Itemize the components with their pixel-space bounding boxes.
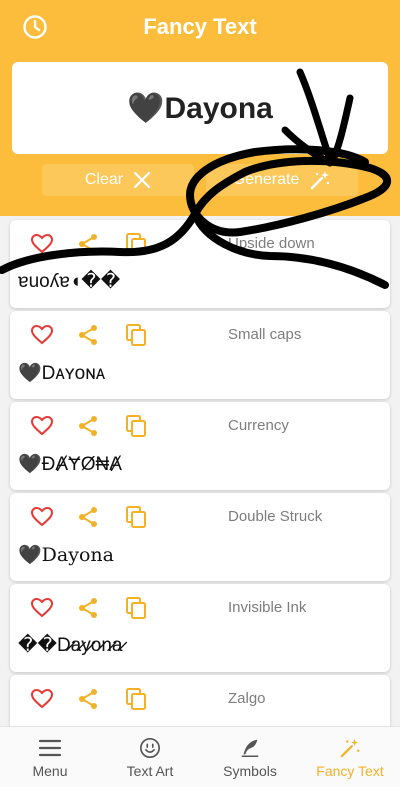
- nav-label: Menu: [32, 763, 68, 779]
- style-name: Upside down: [228, 235, 315, 252]
- clear-label: Clear: [84, 171, 124, 188]
- share-icon[interactable]: [76, 505, 100, 529]
- style-name: Currency: [228, 417, 289, 434]
- share-icon[interactable]: [76, 414, 100, 438]
- heart-icon[interactable]: [30, 323, 54, 347]
- style-card[interactable]: Double Struck 🖤Dayona: [10, 493, 390, 581]
- style-card[interactable]: Invisible Ink ��D̷a̷y̷o̷n̷a̷: [10, 584, 390, 672]
- clear-button[interactable]: Clear: [42, 164, 194, 196]
- copy-icon[interactable]: [124, 414, 148, 438]
- copy-icon[interactable]: [124, 687, 148, 711]
- nav-item-menu[interactable]: Menu: [0, 727, 100, 787]
- generate-label: Generate: [232, 171, 300, 188]
- page-title: Fancy Text: [143, 14, 257, 39]
- share-icon[interactable]: [76, 596, 100, 620]
- heart-icon[interactable]: [30, 687, 54, 711]
- copy-icon[interactable]: [124, 596, 148, 620]
- style-name: Double Struck: [228, 508, 323, 525]
- magic-wand-icon: [311, 171, 330, 190]
- nav-item-fancy-text[interactable]: Fancy Text: [300, 727, 400, 787]
- heart-icon[interactable]: [30, 232, 54, 256]
- style-list[interactable]: Upside down ɐuoʎɐ◖�� Small caps 🖤Dᴀʏᴏɴᴀ …: [0, 216, 400, 726]
- style-card[interactable]: Currency 🖤ĐȺɎØ₦Ⱥ: [10, 402, 390, 490]
- share-icon[interactable]: [76, 687, 100, 711]
- style-output[interactable]: 🖤Dᴀʏᴏɴᴀ: [18, 361, 105, 385]
- style-output[interactable]: 🖤ĐȺɎØ₦Ⱥ: [18, 452, 122, 476]
- close-icon: [134, 171, 151, 189]
- nav-label: Text Art: [126, 763, 174, 779]
- copy-icon[interactable]: [124, 505, 148, 529]
- generate-button[interactable]: Generate: [206, 164, 358, 196]
- style-name: Zalgo: [228, 690, 266, 707]
- bottom-nav: Menu Text Art Symbols Fancy Text: [0, 726, 400, 787]
- style-card[interactable]: Upside down ɐuoʎɐ◖��: [10, 220, 390, 308]
- nav-item-symbols[interactable]: Symbols: [200, 727, 300, 787]
- share-icon[interactable]: [76, 232, 100, 256]
- style-output[interactable]: ��D̷a̷y̷o̷n̷a̷: [18, 634, 122, 657]
- quill-icon: [241, 739, 259, 757]
- style-card[interactable]: Small caps 🖤Dᴀʏᴏɴᴀ: [10, 311, 390, 399]
- smiley-icon: [140, 738, 160, 758]
- menu-icon: [38, 739, 62, 757]
- heart-icon[interactable]: [30, 596, 54, 620]
- magic-wand-icon: [340, 738, 360, 758]
- nav-label: Fancy Text: [316, 763, 384, 779]
- heart-icon[interactable]: [30, 505, 54, 529]
- share-icon[interactable]: [76, 323, 100, 347]
- style-output[interactable]: ɐuoʎɐ◖��: [18, 270, 120, 293]
- style-card[interactable]: Zalgo: [10, 675, 390, 726]
- copy-icon[interactable]: [124, 232, 148, 256]
- nav-item-text-art[interactable]: Text Art: [100, 727, 200, 787]
- text-input[interactable]: 🖤Dayona: [12, 62, 388, 154]
- style-output[interactable]: 🖤Dayona: [18, 543, 114, 566]
- app-header: Fancy Text 🖤Dayona Clear Generate: [0, 0, 400, 216]
- heart-icon[interactable]: [30, 414, 54, 438]
- copy-icon[interactable]: [124, 323, 148, 347]
- style-name: Small caps: [228, 326, 302, 343]
- nav-label: Symbols: [223, 763, 277, 779]
- style-name: Invisible Ink: [228, 599, 307, 616]
